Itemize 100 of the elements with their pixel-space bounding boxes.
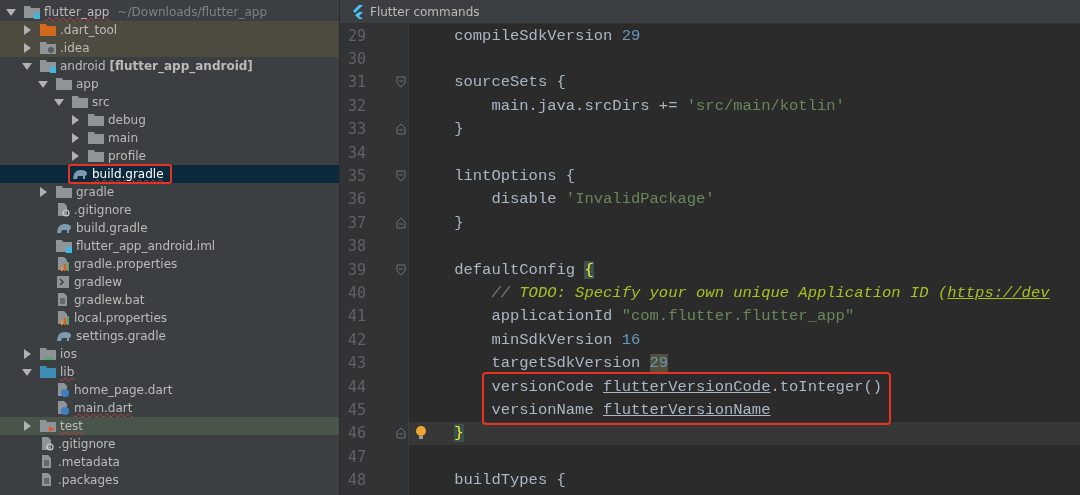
tree-item[interactable]: debug — [0, 111, 339, 129]
fold-marker-icon[interactable] — [396, 170, 406, 183]
tree-item[interactable]: flutter_app_android.iml — [0, 237, 339, 255]
collapsed-arrow-icon[interactable] — [22, 421, 32, 431]
project-path: ~/Downloads/flutter_app — [117, 5, 267, 19]
elephant-icon — [72, 168, 88, 180]
tree-item[interactable]: main — [0, 129, 339, 147]
tree-item-label: .metadata — [58, 455, 120, 469]
tree-item[interactable]: gradle — [0, 183, 339, 201]
fold-marker-icon[interactable] — [396, 427, 406, 440]
tree-item-label: debug — [108, 113, 146, 127]
code-line: main.java.srcDirs += 'src/main/kotlin' — [491, 96, 845, 115]
folder-icon — [40, 419, 56, 433]
code-line: compileSdkVersion 29 — [454, 26, 641, 45]
text-file-icon — [40, 473, 54, 487]
dart-file-icon — [56, 383, 70, 397]
elephant-icon — [56, 222, 72, 234]
tree-item[interactable]: home_page.dart — [0, 381, 339, 399]
tree-item-label: src — [92, 95, 110, 109]
tree-item-label: local.properties — [74, 311, 167, 325]
folder-icon — [56, 77, 72, 91]
tree-item-label: flutter_app — [44, 5, 110, 19]
collapsed-arrow-icon[interactable] — [70, 133, 80, 143]
folder-icon — [72, 95, 88, 109]
tree-item[interactable]: lib — [0, 363, 339, 381]
ignore-file-icon — [56, 203, 70, 217]
folder-icon — [88, 149, 104, 163]
fold-marker-icon[interactable] — [396, 216, 406, 229]
tree-item-label: .packages — [58, 473, 119, 487]
folder-icon — [40, 41, 56, 55]
fold-marker-icon[interactable] — [396, 263, 406, 276]
tree-item[interactable]: .packages — [0, 471, 339, 489]
tree-item-label: settings.gradle — [76, 329, 166, 343]
tree-item-label: .gitignore — [74, 203, 132, 217]
code-line: sourceSets { — [454, 73, 566, 92]
code-line: lintOptions { — [454, 167, 576, 186]
folder-icon — [88, 131, 104, 145]
tree-item-label: test — [60, 419, 84, 433]
properties-file-icon — [56, 257, 70, 271]
tree-item[interactable]: gradlew.bat — [0, 291, 339, 309]
tree-item-label: lib — [60, 365, 75, 379]
tree-item[interactable]: profile — [0, 147, 339, 165]
tree-item-label: ios — [60, 347, 77, 361]
expanded-arrow-icon[interactable] — [22, 61, 32, 71]
folder-icon — [40, 347, 56, 361]
tree-item[interactable]: build.gradle — [0, 219, 339, 237]
tree-item[interactable]: test — [0, 417, 339, 435]
fold-marker-icon[interactable] — [396, 76, 406, 89]
collapsed-arrow-icon[interactable] — [22, 43, 32, 53]
collapsed-arrow-icon[interactable] — [70, 115, 80, 125]
code-line: minSdkVersion 16 — [491, 330, 641, 349]
elephant-icon — [56, 330, 72, 342]
tree-item-label: .gitignore — [58, 437, 116, 451]
collapsed-arrow-icon[interactable] — [38, 187, 48, 197]
folder-icon — [40, 23, 56, 37]
tree-item[interactable]: src — [0, 93, 339, 111]
tree-item[interactable]: .gitignore — [0, 201, 339, 219]
ignore-file-icon — [40, 437, 54, 451]
module-name: [flutter_app_android] — [109, 59, 253, 73]
tree-item[interactable]: .gitignore — [0, 435, 339, 453]
code-line: buildTypes { — [454, 471, 566, 490]
folder-icon — [40, 365, 56, 379]
tree-item[interactable]: gradle.properties — [0, 255, 339, 273]
tree-item-label: android — [60, 59, 106, 73]
terminal-file-icon — [56, 275, 70, 289]
tree-item[interactable]: flutter_app ~/Downloads/flutter_app — [0, 3, 339, 21]
tree-item-label: build.gradle — [92, 167, 164, 181]
tree-item[interactable]: build.gradle — [0, 165, 339, 183]
tree-item[interactable]: .metadata — [0, 453, 339, 471]
tree-item-label: app — [76, 77, 99, 91]
code-line: versionCode flutterVersionCode.toInteger() — [491, 377, 883, 396]
tree-item[interactable]: .dart_tool — [0, 21, 339, 39]
fold-marker-icon[interactable] — [396, 123, 406, 136]
tree-item[interactable]: .idea — [0, 39, 339, 57]
lightbulb-icon[interactable] — [415, 424, 427, 441]
expanded-arrow-icon[interactable] — [54, 97, 64, 107]
folder-icon — [88, 113, 104, 127]
expanded-arrow-icon[interactable] — [22, 367, 32, 377]
tree-item[interactable]: ios — [0, 345, 339, 363]
tree-item-label: gradle — [76, 185, 115, 199]
collapsed-arrow-icon[interactable] — [22, 25, 32, 35]
tree-item[interactable]: settings.gradle — [0, 327, 339, 345]
tree-item[interactable]: app — [0, 75, 339, 93]
toolbar-title[interactable]: Flutter commands — [370, 4, 480, 19]
folder-icon — [56, 185, 72, 199]
tree-item[interactable]: gradlew — [0, 273, 339, 291]
code-line: } — [454, 213, 464, 232]
tree-item[interactable]: android [flutter_app_android] — [0, 57, 339, 75]
tree-item-label: profile — [108, 149, 146, 163]
folder-icon — [40, 59, 56, 73]
tree-item[interactable]: main.dart — [0, 399, 339, 417]
expanded-arrow-icon[interactable] — [38, 79, 48, 89]
collapsed-arrow-icon[interactable] — [22, 349, 32, 359]
collapsed-arrow-icon[interactable] — [70, 151, 80, 161]
tree-item-label: home_page.dart — [74, 383, 173, 397]
expanded-arrow-icon[interactable] — [6, 7, 16, 17]
tree-item-label: main — [108, 131, 138, 145]
code-line: versionName flutterVersionName — [491, 400, 771, 419]
tree-item[interactable]: local.properties — [0, 309, 339, 327]
code-line: } — [454, 120, 464, 139]
